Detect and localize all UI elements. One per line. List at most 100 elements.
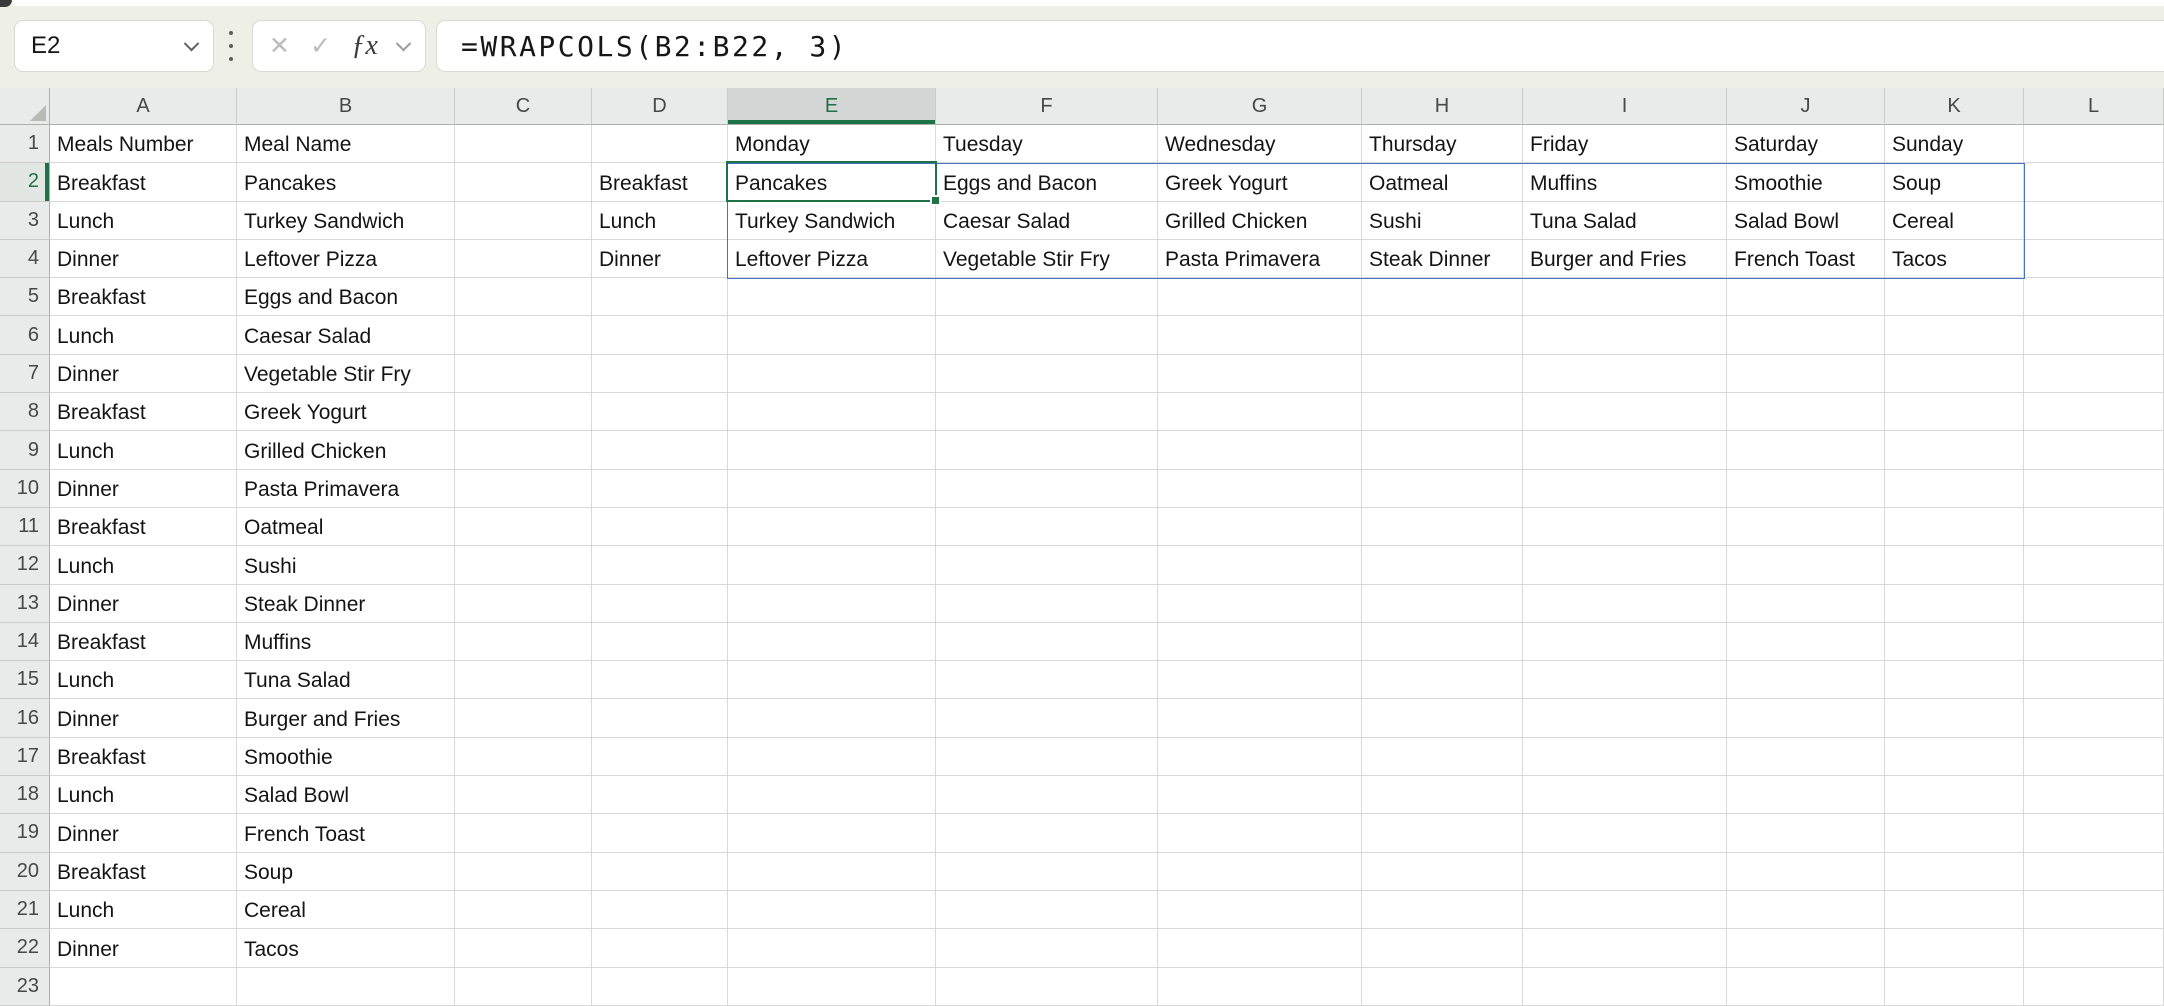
cell-C22[interactable] [455, 929, 592, 968]
cell-G21[interactable] [1158, 890, 1362, 930]
cell-J18[interactable] [1727, 776, 1885, 815]
cell-F5[interactable] [936, 278, 1158, 317]
cell-A17[interactable]: Breakfast [50, 737, 237, 777]
cell-D18[interactable] [592, 776, 728, 815]
cell-L11[interactable] [2024, 507, 2164, 547]
cell-F3[interactable]: Caesar Salad [936, 201, 1158, 240]
cell-I1[interactable]: Friday [1523, 125, 1727, 164]
cell-G18[interactable] [1158, 776, 1362, 815]
cell-H23[interactable] [1362, 967, 1523, 1006]
cell-I19[interactable] [1523, 814, 1727, 853]
cell-B5[interactable]: Eggs and Bacon [237, 278, 455, 317]
cell-G11[interactable] [1158, 507, 1362, 547]
cell-J6[interactable] [1727, 316, 1885, 355]
cell-J7[interactable] [1727, 354, 1885, 394]
cell-L10[interactable] [2024, 469, 2164, 508]
column-header-K[interactable]: K [1885, 88, 2024, 125]
cell-A8[interactable]: Breakfast [50, 393, 237, 432]
cell-K10[interactable] [1885, 469, 2024, 508]
cell-J15[interactable] [1727, 661, 1885, 700]
cell-J14[interactable] [1727, 622, 1885, 662]
cell-J11[interactable] [1727, 507, 1885, 547]
cell-B19[interactable]: French Toast [237, 814, 455, 853]
cell-J13[interactable] [1727, 584, 1885, 623]
cell-H5[interactable] [1362, 278, 1523, 317]
cell-H21[interactable] [1362, 890, 1523, 930]
row-header-3[interactable]: 3 [0, 201, 50, 240]
cell-J21[interactable] [1727, 890, 1885, 930]
cell-C20[interactable] [455, 852, 592, 891]
cell-F15[interactable] [936, 661, 1158, 700]
cell-B9[interactable]: Grilled Chicken [237, 431, 455, 470]
cell-D14[interactable] [592, 622, 728, 662]
cell-L6[interactable] [2024, 316, 2164, 355]
cell-J10[interactable] [1727, 469, 1885, 508]
cell-F12[interactable] [936, 546, 1158, 585]
cell-A19[interactable]: Dinner [50, 814, 237, 853]
cell-K13[interactable] [1885, 584, 2024, 623]
cell-E21[interactable] [728, 890, 936, 930]
cell-I8[interactable] [1523, 393, 1727, 432]
cell-I20[interactable] [1523, 852, 1727, 891]
cell-I6[interactable] [1523, 316, 1727, 355]
cell-E3[interactable]: Turkey Sandwich [728, 201, 936, 240]
cell-B23[interactable] [237, 967, 455, 1006]
cell-H1[interactable]: Thursday [1362, 125, 1523, 164]
row-header-5[interactable]: 5 [0, 278, 50, 317]
cell-H14[interactable] [1362, 622, 1523, 662]
cell-F13[interactable] [936, 584, 1158, 623]
cell-J8[interactable] [1727, 393, 1885, 432]
column-header-F[interactable]: F [936, 88, 1158, 125]
cell-D11[interactable] [592, 507, 728, 547]
cell-A11[interactable]: Breakfast [50, 507, 237, 547]
cell-D20[interactable] [592, 852, 728, 891]
cancel-icon[interactable]: ✕ [269, 33, 290, 59]
cell-D22[interactable] [592, 929, 728, 968]
cell-L18[interactable] [2024, 776, 2164, 815]
cell-C19[interactable] [455, 814, 592, 853]
cell-A6[interactable]: Lunch [50, 316, 237, 355]
cell-L4[interactable] [2024, 239, 2164, 279]
cell-E20[interactable] [728, 852, 936, 891]
cell-J4[interactable]: French Toast [1727, 239, 1885, 279]
cell-I4[interactable]: Burger and Fries [1523, 239, 1727, 279]
cell-H2[interactable]: Oatmeal [1362, 163, 1523, 202]
cell-L20[interactable] [2024, 852, 2164, 891]
cell-G19[interactable] [1158, 814, 1362, 853]
cell-H22[interactable] [1362, 929, 1523, 968]
cell-K4[interactable]: Tacos [1885, 239, 2024, 279]
cell-K21[interactable] [1885, 890, 2024, 930]
column-header-G[interactable]: G [1158, 88, 1362, 125]
column-header-J[interactable]: J [1727, 88, 1885, 125]
cell-H3[interactable]: Sushi [1362, 201, 1523, 240]
column-header-C[interactable]: C [455, 88, 592, 125]
cell-I17[interactable] [1523, 737, 1727, 777]
cell-I13[interactable] [1523, 584, 1727, 623]
column-header-B[interactable]: B [237, 88, 455, 125]
cell-H17[interactable] [1362, 737, 1523, 777]
cell-D17[interactable] [592, 737, 728, 777]
cell-F20[interactable] [936, 852, 1158, 891]
cell-L22[interactable] [2024, 929, 2164, 968]
cell-F22[interactable] [936, 929, 1158, 968]
cell-H16[interactable] [1362, 699, 1523, 738]
column-header-D[interactable]: D [592, 88, 728, 125]
cell-J12[interactable] [1727, 546, 1885, 585]
cell-H20[interactable] [1362, 852, 1523, 891]
cell-E8[interactable] [728, 393, 936, 432]
row-header-2[interactable]: 2 [0, 163, 50, 202]
cell-B22[interactable]: Tacos [237, 929, 455, 968]
row-header-15[interactable]: 15 [0, 661, 50, 700]
cell-L13[interactable] [2024, 584, 2164, 623]
cell-A7[interactable]: Dinner [50, 354, 237, 394]
cell-A21[interactable]: Lunch [50, 890, 237, 930]
cell-H19[interactable] [1362, 814, 1523, 853]
formula-input[interactable]: =WRAPCOLS(B2:B22, 3) [436, 20, 2164, 72]
row-header-10[interactable]: 10 [0, 469, 50, 508]
cell-G15[interactable] [1158, 661, 1362, 700]
cell-E16[interactable] [728, 699, 936, 738]
cell-B2[interactable]: Pancakes [237, 163, 455, 202]
cell-F8[interactable] [936, 393, 1158, 432]
cell-H6[interactable] [1362, 316, 1523, 355]
name-box-chevron-icon[interactable] [183, 35, 200, 51]
